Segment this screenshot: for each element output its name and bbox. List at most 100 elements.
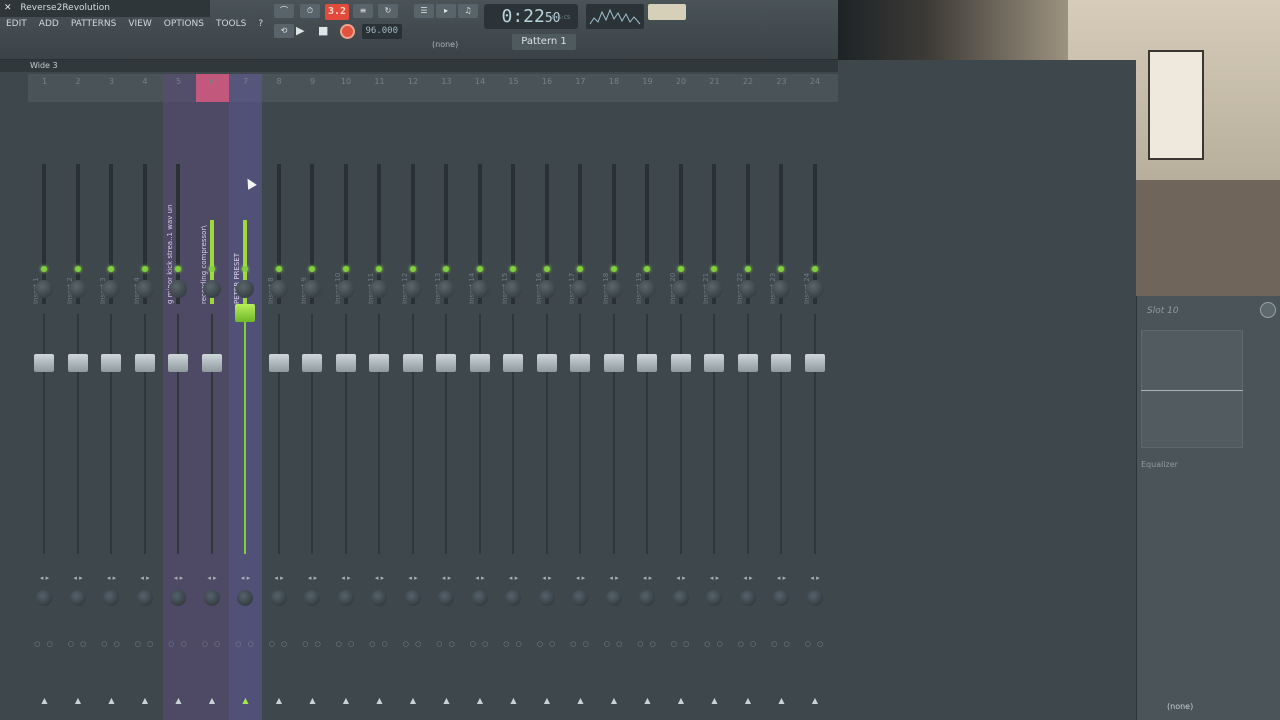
pan-knob[interactable] — [738, 280, 757, 298]
menu-item-5[interactable]: TOOLS — [210, 17, 252, 33]
mixer-track[interactable]: 9Insert 9◂ ▸○ ○▲ — [296, 74, 329, 720]
record-button[interactable] — [340, 24, 355, 39]
stereo-arrows-icon[interactable]: ◂ ▸ — [296, 574, 329, 582]
mixer-track[interactable]: 21Insert 21◂ ▸○ ○▲ — [698, 74, 731, 720]
stereo-knob[interactable] — [706, 590, 722, 606]
pan-knob[interactable] — [772, 280, 790, 298]
routing-dots-icon[interactable]: ○ ○ — [732, 640, 765, 648]
stereo-arrows-icon[interactable]: ◂ ▸ — [497, 574, 530, 582]
menu-item-4[interactable]: OPTIONS — [158, 17, 210, 33]
stereo-knob[interactable] — [605, 590, 622, 606]
stereo-knob[interactable] — [739, 590, 756, 606]
stereo-knob[interactable] — [639, 590, 655, 606]
track-enable-led[interactable] — [811, 266, 818, 272]
volume-fader[interactable] — [570, 354, 590, 372]
mixer-preset-label[interactable]: Wide 3 — [30, 61, 58, 70]
tempo-display[interactable]: 96.000 — [362, 24, 402, 39]
track-enable-led[interactable] — [342, 266, 349, 272]
track-enable-led[interactable] — [242, 266, 248, 272]
routing-dots-icon[interactable]: ○ ○ — [296, 640, 329, 648]
pan-knob[interactable] — [403, 280, 422, 298]
track-enable-led[interactable] — [108, 266, 114, 272]
send-arrow-icon[interactable]: ▲ — [397, 696, 430, 705]
stereo-knob[interactable] — [304, 590, 320, 606]
routing-dots-icon[interactable]: ○ ○ — [430, 640, 463, 648]
volume-fader[interactable] — [737, 354, 758, 372]
mixer-track[interactable]: 24Insert 24◂ ▸○ ○▲ — [799, 74, 832, 720]
routing-dots-icon[interactable]: ○ ○ — [363, 640, 396, 648]
stereo-knob[interactable] — [36, 590, 52, 606]
step-edit-icon[interactable]: ≡ — [353, 4, 373, 18]
metronome-icon[interactable]: ⌒ — [274, 4, 294, 18]
track-enable-led[interactable] — [141, 266, 148, 272]
pan-knob[interactable] — [537, 280, 556, 298]
output-selector[interactable]: (none) — [1167, 702, 1193, 711]
mixer-track[interactable]: 15Insert 15◂ ▸○ ○▲ — [497, 74, 530, 720]
routing-dots-icon[interactable]: ○ ○ — [665, 640, 698, 648]
volume-fader[interactable] — [134, 354, 155, 372]
stereo-knob[interactable] — [806, 590, 823, 606]
routing-dots-icon[interactable]: ○ ○ — [95, 640, 128, 648]
track-enable-led[interactable] — [610, 266, 617, 272]
stereo-arrows-icon[interactable]: ◂ ▸ — [129, 574, 162, 582]
pan-knob[interactable] — [504, 280, 522, 298]
mixer-track[interactable]: 14Insert 14◂ ▸○ ○▲ — [464, 74, 497, 720]
stereo-arrows-icon[interactable]: ◂ ▸ — [564, 574, 597, 582]
loop-icon[interactable]: ⟲ — [274, 24, 294, 38]
track-enable-led[interactable] — [208, 266, 215, 272]
volume-fader[interactable] — [201, 354, 222, 372]
mixer-track[interactable]: 8Insert 8◂ ▸○ ○▲ — [263, 74, 296, 720]
mixer-track[interactable]: 10Insert 10◂ ▸○ ○▲ — [330, 74, 363, 720]
routing-dots-icon[interactable]: ○ ○ — [564, 640, 597, 648]
stereo-knob[interactable] — [471, 590, 488, 606]
volume-fader[interactable] — [670, 354, 691, 372]
pan-knob[interactable] — [470, 280, 489, 298]
pan-knob[interactable] — [236, 280, 254, 298]
track-enable-led[interactable] — [309, 266, 315, 272]
stereo-knob[interactable] — [538, 590, 555, 606]
routing-dots-icon[interactable]: ○ ○ — [464, 640, 497, 648]
pan-knob[interactable] — [638, 280, 656, 298]
stereo-knob[interactable] — [270, 590, 287, 606]
mixer-track[interactable]: 19Insert 19◂ ▸○ ○▲ — [631, 74, 664, 720]
track-enable-led[interactable] — [543, 266, 550, 272]
stereo-arrows-icon[interactable]: ◂ ▸ — [62, 574, 95, 582]
stereo-arrows-icon[interactable]: ◂ ▸ — [665, 574, 698, 582]
routing-dots-icon[interactable]: ○ ○ — [229, 640, 262, 648]
track-enable-led[interactable] — [510, 266, 516, 272]
pan-knob[interactable] — [370, 280, 388, 298]
track-enable-led[interactable] — [376, 266, 382, 272]
stereo-arrows-icon[interactable]: ◂ ▸ — [531, 574, 564, 582]
mixer-icon[interactable]: ♫ — [458, 4, 478, 18]
pan-knob[interactable] — [135, 280, 154, 298]
track-enable-led[interactable] — [744, 266, 751, 272]
send-arrow-icon[interactable]: ▲ — [665, 696, 698, 705]
mixer-track[interactable]: 23Insert 23◂ ▸○ ○▲ — [765, 74, 798, 720]
send-arrow-icon[interactable]: ▲ — [95, 696, 128, 705]
stereo-knob[interactable] — [438, 590, 454, 606]
track-enable-led[interactable] — [175, 266, 181, 272]
mixer-track[interactable]: 1Insert 1◂ ▸○ ○▲ — [28, 74, 61, 720]
send-arrow-icon[interactable]: ▲ — [698, 696, 731, 705]
stereo-arrows-icon[interactable]: ◂ ▸ — [765, 574, 798, 582]
send-arrow-icon[interactable]: ▲ — [464, 696, 497, 705]
stereo-knob[interactable] — [337, 590, 354, 606]
pan-knob[interactable] — [437, 280, 455, 298]
send-arrow-icon[interactable]: ▲ — [799, 696, 832, 705]
stereo-arrows-icon[interactable]: ◂ ▸ — [732, 574, 765, 582]
settings-icon[interactable] — [1260, 302, 1276, 318]
send-arrow-icon[interactable]: ▲ — [129, 696, 162, 705]
stereo-knob[interactable] — [103, 590, 119, 606]
routing-dots-icon[interactable]: ○ ○ — [765, 640, 798, 648]
menu-item-2[interactable]: PATTERNS — [65, 17, 123, 33]
mixer-track[interactable]: 6 recording compressor\ ◂ ▸ ○ ○ ▲ — [196, 74, 229, 720]
stereo-arrows-icon[interactable]: ◂ ▸ — [363, 574, 396, 582]
stereo-knob[interactable] — [371, 590, 387, 606]
stereo-arrows-icon[interactable]: ◂ ▸ — [229, 574, 262, 582]
playlist-icon[interactable]: ☰ — [414, 4, 434, 18]
menu-item-6[interactable]: ? — [252, 17, 269, 33]
stereo-knob[interactable] — [404, 590, 421, 606]
send-arrow-icon[interactable]: ▲ — [229, 696, 262, 705]
track-enable-led[interactable] — [778, 266, 784, 272]
volume-fader[interactable] — [34, 354, 54, 372]
